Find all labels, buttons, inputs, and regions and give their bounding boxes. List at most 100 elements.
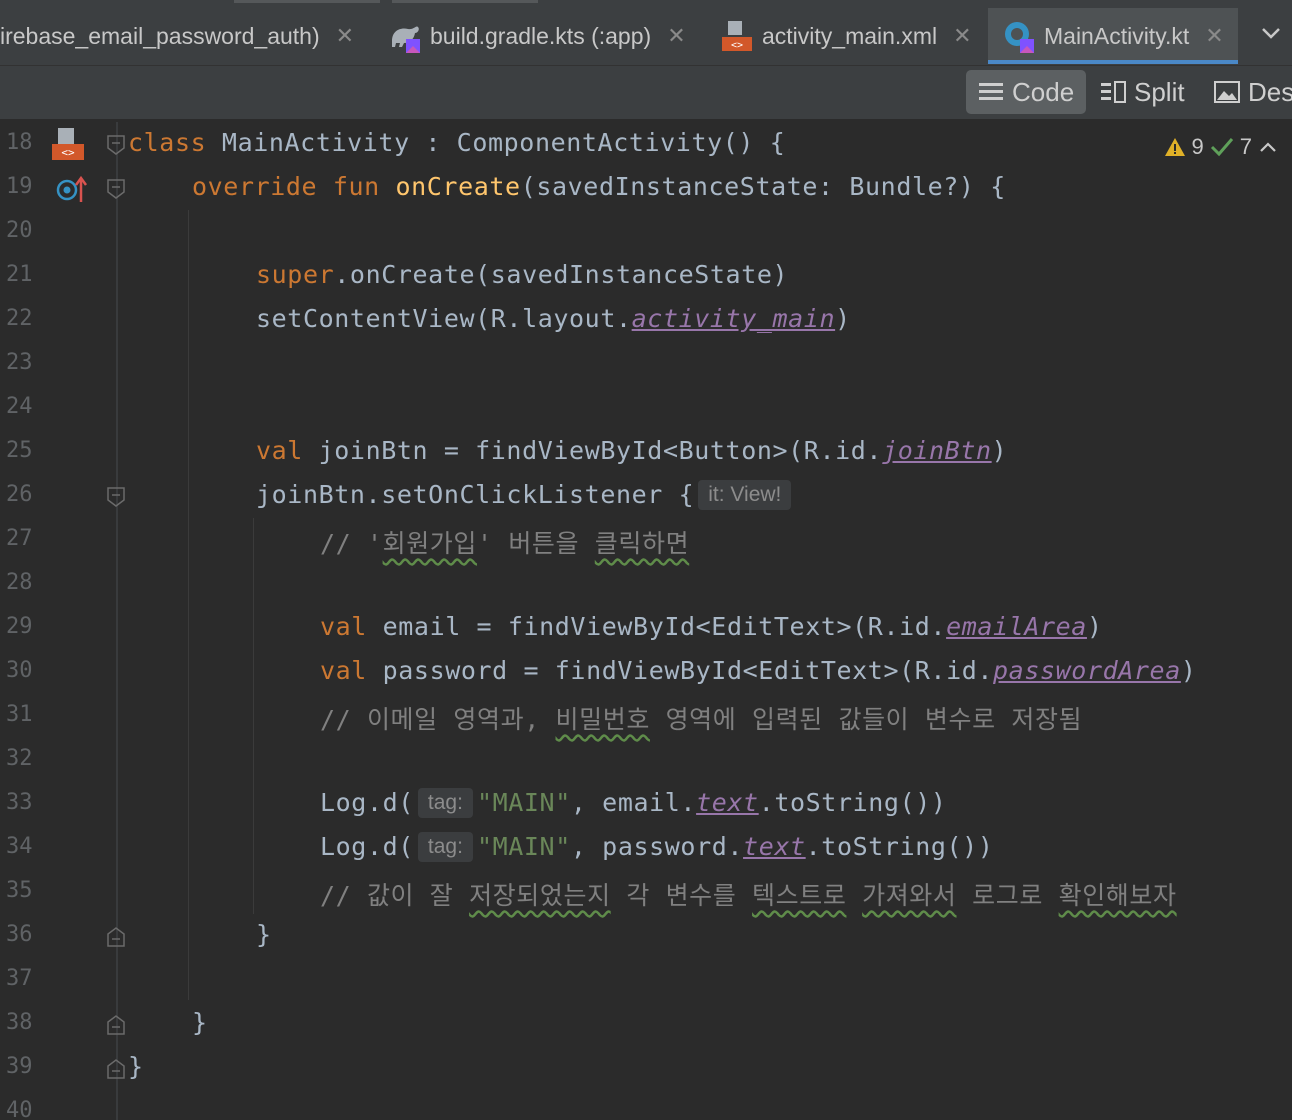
line-number: 24 — [6, 394, 33, 419]
kotlin-class-icon — [1002, 19, 1036, 53]
code-line: 24 — [0, 386, 1292, 430]
code-line: 20 — [0, 210, 1292, 254]
line-number: 39 — [6, 1054, 33, 1079]
editor-tab-bar: irebase_email_password_auth) ✕ build.gra… — [0, 0, 1292, 66]
code-comment: // 값이 잘 저장되었는지 각 변수를 텍스트로 가져와서 로그로 확인해보자 — [320, 881, 1177, 910]
line-number: 21 — [6, 262, 33, 287]
line-number: 23 — [6, 350, 33, 375]
code-line: 26 joinBtn.setOnClickListener {it: View! — [0, 474, 1292, 518]
code-text: } — [128, 1052, 144, 1081]
code-line: 23 — [0, 342, 1292, 386]
tab-label: irebase_email_password_auth) — [0, 22, 320, 49]
line-number: 40 — [6, 1098, 33, 1120]
split-mode-label: Split — [1134, 76, 1185, 107]
code-text: val joinBtn = findViewById<Button>(R.id.… — [256, 436, 1008, 465]
fold-marker-icon[interactable] — [106, 486, 126, 508]
code-text: Log.d(tag: "MAIN", email.text.toString()) — [320, 788, 947, 818]
code-line: 37 — [0, 958, 1292, 1002]
code-text: val password = findViewById<EditText>(R.… — [320, 656, 1197, 685]
code-text: joinBtn.setOnClickListener {it: View! — [256, 480, 795, 510]
design-mode-label: Des — [1248, 76, 1292, 107]
code-line: 28 — [0, 562, 1292, 606]
line-number: 26 — [6, 482, 33, 507]
code-editor[interactable]: 9 7 18 <> class MainActivity : Component… — [0, 122, 1292, 1120]
line-number: 38 — [6, 1010, 33, 1035]
code-text: val email = findViewById<EditText>(R.id.… — [320, 612, 1103, 641]
code-line: 29 val email = findViewById<EditText>(R.… — [0, 606, 1292, 650]
inlay-hint: it: View! — [698, 480, 792, 510]
code-line: 34 Log.d(tag: "MAIN", password.text.toStr… — [0, 826, 1292, 870]
code-line: 21 super.onCreate(savedInstanceState) — [0, 254, 1292, 298]
code-line: 38 } — [0, 1002, 1292, 1046]
close-icon[interactable]: ✕ — [667, 23, 685, 49]
line-number: 29 — [6, 614, 33, 639]
line-number: 19 — [6, 174, 33, 199]
line-number: 37 — [6, 966, 33, 991]
code-line: 35 // 값이 잘 저장되었는지 각 변수를 텍스트로 가져와서 로그로 확인… — [0, 870, 1292, 914]
line-number: 28 — [6, 570, 33, 595]
line-number: 33 — [6, 790, 33, 815]
editor-mode-bar: Code Split Des — [0, 66, 1292, 120]
fold-marker-icon[interactable] — [106, 134, 126, 156]
code-comment: // 이메일 영역과, 비밀번호 영역에 입력된 값들이 변수로 저장됨 — [320, 705, 1083, 734]
close-icon[interactable]: ✕ — [1205, 23, 1223, 49]
inlay-hint: tag: — [417, 788, 473, 818]
tab-settings-gradle[interactable]: irebase_email_password_auth) ✕ — [0, 8, 354, 64]
tab-scroll-indicator — [234, 0, 380, 3]
tab-activity-main-xml[interactable]: <> activity_main.xml ✕ — [720, 8, 972, 64]
image-icon — [1214, 81, 1240, 103]
code-line: 27 // '회원가입' 버튼을 클릭하면 — [0, 518, 1292, 562]
line-number: 36 — [6, 922, 33, 947]
code-mode-button[interactable]: Code — [966, 70, 1087, 114]
tab-build-gradle[interactable]: build.gradle.kts (:app) ✕ — [388, 8, 686, 64]
chevron-down-icon[interactable] — [1260, 22, 1282, 44]
lines-icon — [979, 83, 1003, 100]
close-icon[interactable]: ✕ — [953, 23, 971, 49]
design-mode-button[interactable]: Des — [1214, 70, 1292, 114]
code-line: 32 — [0, 738, 1292, 782]
fold-marker-icon[interactable] — [106, 178, 126, 200]
tab-label: activity_main.xml — [762, 22, 938, 49]
line-number: 35 — [6, 878, 33, 903]
line-number: 18 — [6, 130, 33, 155]
code-text: class MainActivity : ComponentActivity()… — [128, 128, 786, 157]
code-line: 36 } — [0, 914, 1292, 958]
line-number: 27 — [6, 526, 33, 551]
code-mode-label: Code — [1012, 76, 1075, 107]
code-text: override fun onCreate(savedInstanceState… — [192, 172, 1006, 201]
gradle-kts-icon — [388, 19, 422, 53]
svg-text:<>: <> — [731, 40, 743, 51]
svg-text:<>: <> — [61, 146, 75, 159]
split-mode-button[interactable]: Split — [1100, 70, 1185, 114]
xml-layout-icon: <> — [720, 19, 754, 53]
code-line: 33 Log.d(tag: "MAIN", email.text.toString… — [0, 782, 1292, 826]
code-comment: // '회원가입' 버튼을 클릭하면 — [320, 529, 690, 558]
code-line: 22 setContentView(R.layout.activity_main… — [0, 298, 1292, 342]
code-line: 30 val password = findViewById<EditText>… — [0, 650, 1292, 694]
line-number: 34 — [6, 834, 33, 859]
code-text: } — [256, 920, 272, 949]
line-number: 22 — [6, 306, 33, 331]
line-number: 32 — [6, 746, 33, 771]
tab-label: build.gradle.kts (:app) — [430, 22, 652, 49]
inlay-hint: tag: — [417, 832, 473, 862]
code-line: 39 } — [0, 1046, 1292, 1090]
line-number: 20 — [6, 218, 33, 243]
code-text: Log.d(tag: "MAIN", password.text.toString… — [320, 832, 994, 862]
tab-scroll-indicator — [392, 0, 538, 3]
fold-end-icon[interactable] — [106, 1058, 126, 1080]
fold-end-icon[interactable] — [106, 1014, 126, 1036]
override-gutter-icon[interactable] — [56, 174, 88, 204]
line-number: 30 — [6, 658, 33, 683]
split-icon — [1101, 81, 1126, 103]
code-line: 25 val joinBtn = findViewById<Button>(R.… — [0, 430, 1292, 474]
layout-file-gutter-icon[interactable]: <> — [50, 126, 86, 162]
code-line: 40 — [0, 1090, 1292, 1120]
line-number: 25 — [6, 438, 33, 463]
code-text: super.onCreate(savedInstanceState) — [256, 260, 789, 289]
tab-main-activity-kt[interactable]: MainActivity.kt ✕ — [988, 8, 1238, 64]
fold-end-icon[interactable] — [106, 926, 126, 948]
code-text: setContentView(R.layout.activity_main) — [256, 304, 851, 333]
close-icon[interactable]: ✕ — [336, 23, 354, 49]
line-number: 31 — [6, 702, 33, 727]
